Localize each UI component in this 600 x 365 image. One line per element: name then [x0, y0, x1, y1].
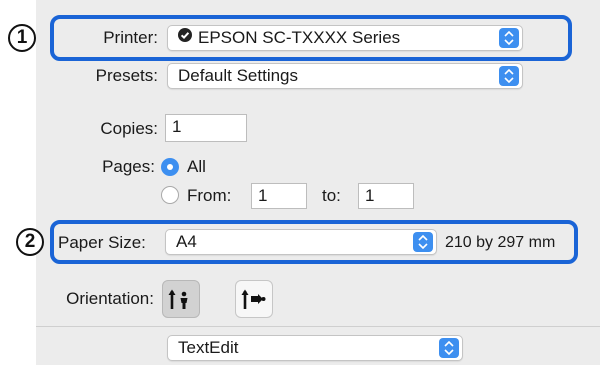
section-divider [36, 326, 600, 327]
presets-label: Presets: [95, 66, 158, 85]
callout-number-1: 1 [8, 24, 36, 52]
pages-to-field[interactable]: 1 [358, 183, 414, 209]
presets-popup[interactable]: Default Settings [167, 63, 523, 89]
up-down-chevron-icon [499, 66, 519, 86]
pages-from-label: From: [187, 186, 232, 205]
landscape-orientation-icon [241, 289, 266, 309]
pages-all-label: All [187, 157, 206, 176]
orientation-portrait-button[interactable] [162, 280, 200, 318]
app-section-popup[interactable]: TextEdit [167, 335, 463, 361]
paper-size-highlight-box [50, 220, 578, 264]
orientation-label: Orientation: [66, 289, 154, 308]
pages-all-radio[interactable] [161, 158, 179, 176]
pages-label: Pages: [102, 157, 155, 176]
printer-highlight-box [50, 15, 572, 61]
pages-to-label: to: [322, 186, 341, 205]
up-down-chevron-icon [439, 338, 459, 358]
copies-label: Copies: [100, 119, 158, 138]
copies-field[interactable]: 1 [165, 114, 247, 142]
portrait-orientation-icon [168, 289, 188, 309]
presets-value: Default Settings [178, 66, 299, 85]
orientation-landscape-button[interactable] [235, 280, 273, 318]
pages-from-field[interactable]: 1 [251, 183, 307, 209]
pages-from-radio[interactable] [161, 186, 179, 204]
callout-number-2: 2 [16, 228, 44, 256]
app-section-value: TextEdit [178, 338, 239, 357]
